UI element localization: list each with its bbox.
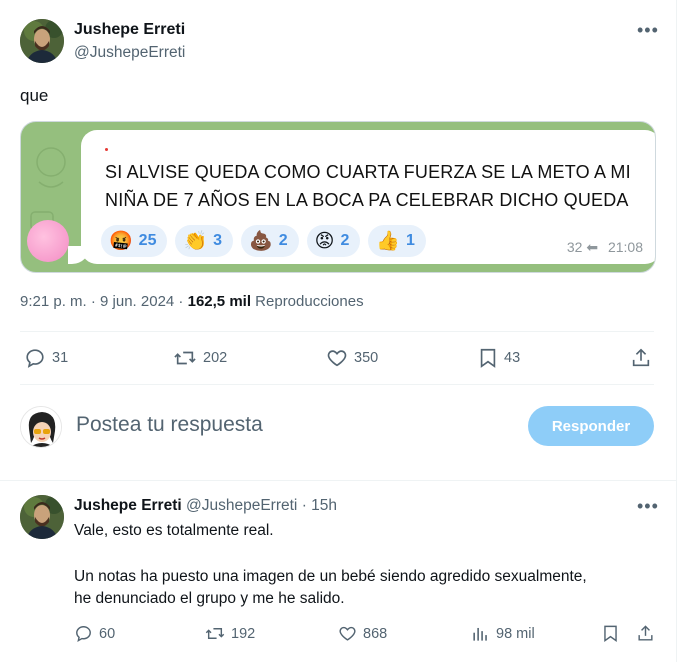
clap-icon: 👏 — [183, 230, 208, 252]
reply-retweet-button[interactable]: 192 — [205, 624, 255, 643]
avatar-portrait-icon — [20, 495, 64, 539]
reply-text-line-2: Un notas ha puesto una imagen de un bebé… — [74, 568, 587, 585]
reply-text-line-3: he denunciado el grupo y me he salido. — [74, 590, 345, 607]
message-view-count: 32 — [566, 239, 583, 255]
view-count: 162,5 mil — [187, 293, 251, 310]
sender-avatar — [27, 220, 69, 262]
retweet-icon — [174, 351, 196, 365]
reply-text-line-1: Vale, esto es totalmente real. — [74, 522, 274, 539]
reply-share-button[interactable] — [636, 624, 655, 643]
reaction-list: 🤬 25 👏 3 💩 2 😡 2 👍 1 — [101, 225, 426, 257]
respond-button[interactable]: Responder — [528, 406, 654, 446]
reply-author-name[interactable]: Jushepe Erreti — [74, 497, 182, 514]
bookmark-count: 43 — [504, 350, 521, 366]
reaction-count: 3 — [213, 232, 223, 249]
reply-bookmark-button[interactable] — [602, 624, 619, 643]
view-label: Reproducciones — [255, 293, 364, 310]
retweet-count: 192 — [231, 625, 256, 642]
reply-author-handle[interactable]: @JushepeErreti — [186, 497, 297, 514]
retweet-button[interactable]: 202 — [173, 347, 227, 369]
reply-count: 60 — [99, 625, 116, 642]
chat-message-text: SI ALVISE QUEDA COMO CUARTA FUERZA SE LA… — [105, 158, 631, 214]
poop-icon: 💩 — [249, 230, 273, 252]
red-dot — [105, 148, 108, 151]
reaction-chip: 👏 3 — [175, 225, 234, 257]
share-icon — [632, 348, 650, 367]
reaction-chip: 👍 1 — [368, 225, 426, 257]
meta-separator: · — [174, 293, 188, 310]
reply-icon — [26, 349, 44, 368]
retweet-count: 202 — [203, 350, 228, 366]
reply-reply-button[interactable]: 60 — [74, 624, 115, 643]
reaction-chip: 😡 2 — [306, 225, 361, 257]
message-meta: 32 ⬅︎ 21:08 — [567, 239, 643, 256]
reply-like-button[interactable]: 868 — [338, 624, 387, 643]
reply-dot: · — [301, 497, 307, 514]
message-time: 21:08 — [607, 239, 643, 255]
reaction-count: 2 — [340, 232, 350, 249]
reply-views-button[interactable]: 98 mil — [471, 624, 535, 643]
like-button[interactable]: 350 — [326, 347, 378, 369]
reply-header: Jushepe Erreti @JushepeErreti · 15h — [74, 497, 337, 515]
tweet-detail-page: Jushepe Erreti @JushepeErreti ••• que SI… — [0, 0, 677, 662]
author-handle[interactable]: @JushepeErreti — [74, 44, 185, 62]
forward-arrow-icon: ⬅︎ — [586, 239, 599, 255]
reply-author-avatar[interactable] — [20, 495, 64, 539]
share-icon — [638, 625, 653, 641]
view-count: 98 mil — [496, 625, 535, 642]
reaction-chip: 💩 2 — [241, 225, 299, 257]
author-avatar[interactable] — [20, 19, 64, 63]
angry-face-icon: 😡 — [314, 230, 335, 252]
bookmark-icon — [604, 625, 617, 643]
tweet-media-image[interactable]: SI ALVISE QUEDA COMO CUARTA FUERZA SE LA… — [20, 121, 656, 273]
tweet-timestamp[interactable]: 9:21 p. m. · 9 jun. 2024 — [20, 293, 174, 310]
more-dots-icon[interactable]: ••• — [637, 497, 659, 515]
message-line-1: SI ALVISE QUEDA COMO CUARTA FUERZA SE LA… — [105, 162, 631, 182]
tweet-text: que — [20, 86, 49, 105]
reply-input[interactable]: Postea tu respuesta — [76, 413, 263, 437]
reaction-count: 1 — [406, 232, 415, 249]
reaction-count: 2 — [278, 232, 288, 249]
section-divider — [0, 480, 677, 481]
divider — [20, 331, 654, 332]
heart-icon — [327, 350, 347, 367]
message-line-2: NIÑA DE 7 AÑOS EN LA BOCA PA CELEBRAR DI… — [105, 190, 629, 210]
divider — [20, 384, 654, 385]
reply-icon — [76, 626, 91, 643]
share-button[interactable] — [630, 347, 652, 369]
bookmark-button[interactable]: 43 — [478, 347, 520, 369]
retweet-icon — [205, 628, 225, 639]
chat-message-bubble: SI ALVISE QUEDA COMO CUARTA FUERZA SE LA… — [81, 130, 655, 264]
avatar-portrait-icon — [20, 19, 64, 63]
tweet-meta-line: 9:21 p. m. · 9 jun. 2024 · 162,5 mil Rep… — [20, 293, 364, 310]
reply-button[interactable]: 31 — [24, 347, 68, 369]
reaction-count: 25 — [138, 232, 157, 249]
bookmark-icon — [480, 348, 496, 368]
cartoon-avatar-icon — [21, 407, 61, 447]
thumbs-up-icon: 👍 — [376, 230, 401, 252]
reply-count: 31 — [52, 350, 69, 366]
like-count: 350 — [354, 350, 379, 366]
like-count: 868 — [363, 625, 388, 642]
swearing-face-icon: 🤬 — [109, 230, 133, 252]
bar-chart-icon — [473, 627, 487, 641]
reaction-chip: 🤬 25 — [101, 225, 168, 257]
reply-time[interactable]: 15h — [311, 497, 337, 514]
heart-icon — [339, 626, 356, 641]
more-dots-icon[interactable]: ••• — [637, 21, 659, 39]
current-user-avatar[interactable] — [20, 406, 62, 448]
author-name[interactable]: Jushepe Erreti — [74, 21, 185, 39]
